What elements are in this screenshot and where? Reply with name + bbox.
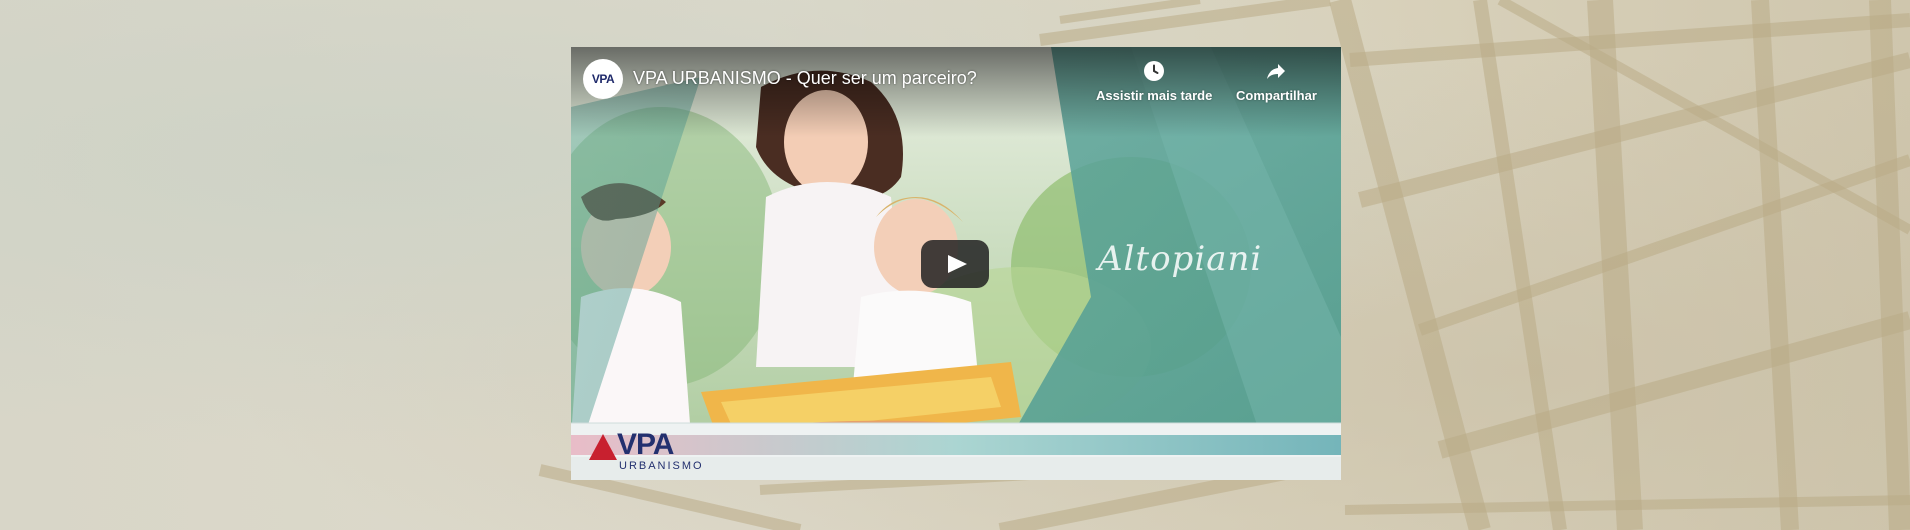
brand-logo-main: VPA: [617, 428, 674, 461]
video-player[interactable]: VPA VPA URBANISMO - Quer ser um parceiro…: [571, 47, 1341, 480]
watch-later-label: Assistir mais tarde: [1096, 88, 1213, 103]
channel-avatar[interactable]: VPA: [583, 59, 623, 99]
top-gradient: [571, 47, 1341, 137]
clock-icon: [1144, 61, 1165, 81]
logo-triangle-icon: [589, 434, 617, 460]
share-arrow-icon: [1267, 64, 1286, 79]
brand-logo-sub: URBANISMO: [619, 460, 704, 472]
altopiani-watermark: Altopiani: [1098, 239, 1263, 279]
play-button[interactable]: [921, 240, 989, 288]
video-title-link[interactable]: VPA URBANISMO - Quer ser um parceiro?: [633, 68, 977, 89]
share-button[interactable]: Compartilhar: [1236, 59, 1317, 103]
share-label: Compartilhar: [1236, 88, 1317, 103]
channel-avatar-text: VPA: [591, 72, 615, 86]
brand-logo: VPA URBANISMO: [589, 428, 709, 474]
page: VPA VPA URBANISMO - Quer ser um parceiro…: [0, 0, 1910, 530]
watch-later-button[interactable]: Assistir mais tarde: [1096, 59, 1212, 103]
